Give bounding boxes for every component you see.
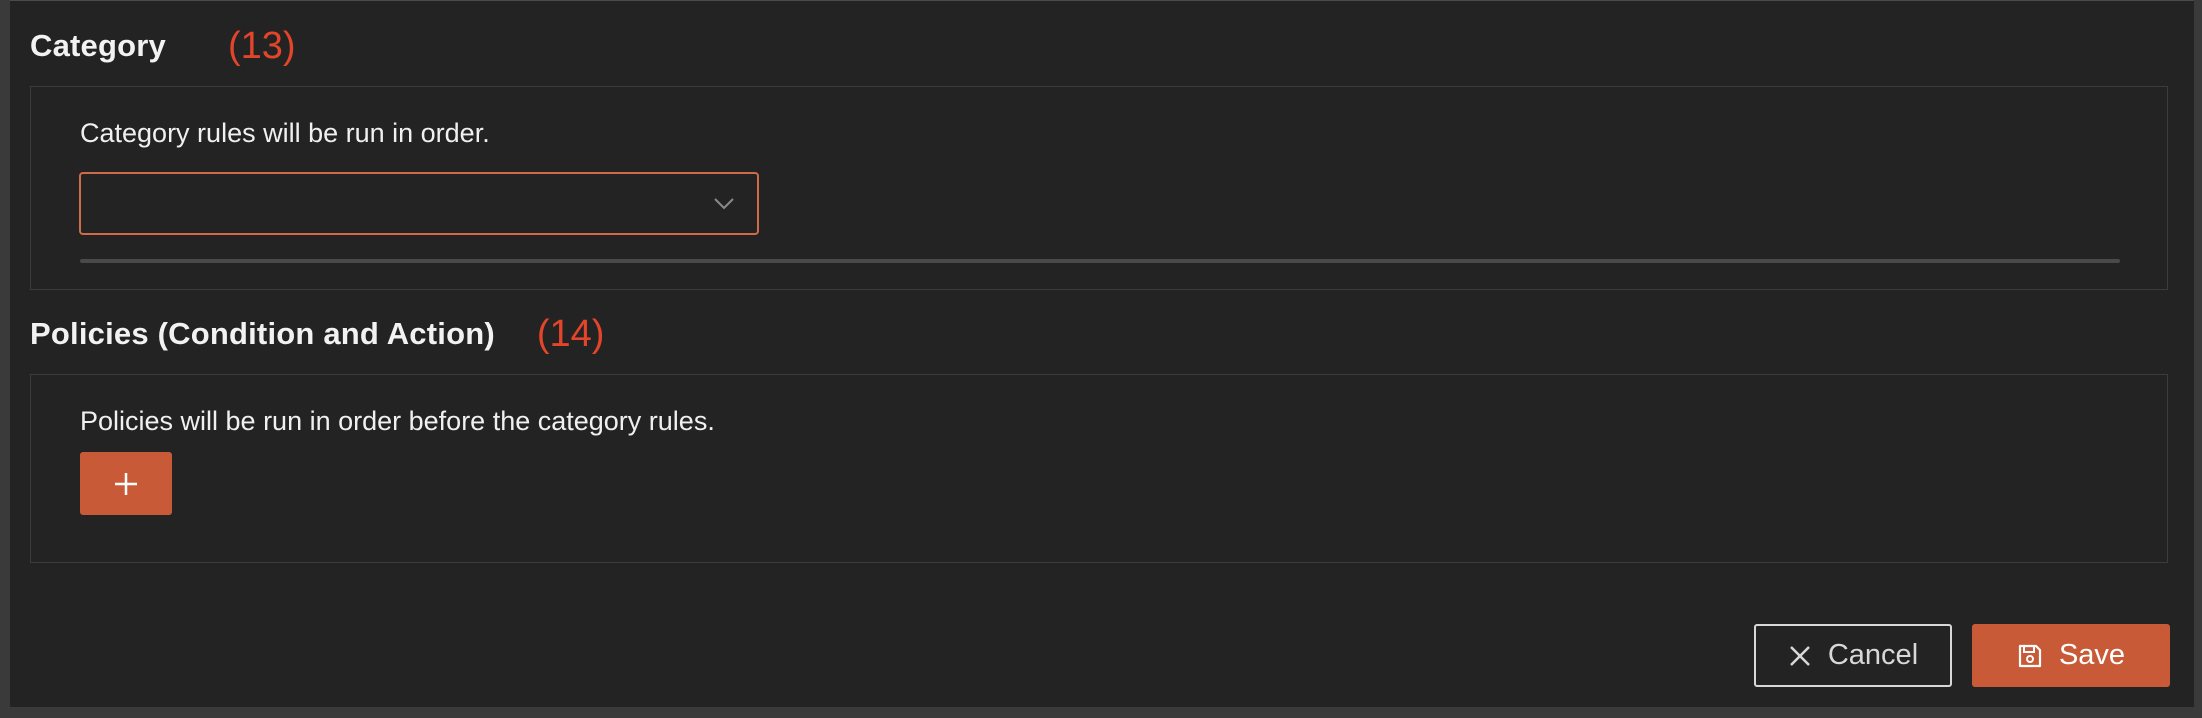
policies-box (30, 374, 2168, 563)
cancel-label: Cancel (1827, 639, 1919, 671)
form-panel: Category (13) Category rules will be run… (10, 0, 2194, 707)
save-button[interactable]: Save (1972, 624, 2170, 687)
plus-icon (115, 472, 137, 495)
floppy-disk-icon (2018, 644, 2042, 667)
policies-annotation: (14) (536, 312, 605, 355)
policies-header: Policies (Condition and Action) (14) (30, 312, 604, 356)
category-title: Category (30, 28, 166, 63)
policies-title: Policies (Condition and Action) (30, 316, 495, 351)
category-rule-select[interactable] (79, 172, 759, 235)
close-icon (1789, 645, 1810, 666)
save-label: Save (2058, 639, 2126, 671)
category-header: Category (13) (30, 24, 296, 68)
policies-help-text: Policies will be run in order before the… (80, 406, 715, 436)
chevron-down-icon (714, 198, 734, 210)
category-divider (80, 259, 2120, 263)
category-help-text: Category rules will be run in order. (80, 118, 490, 148)
category-annotation: (13) (227, 24, 296, 67)
add-policy-button[interactable] (80, 452, 172, 515)
cancel-button[interactable]: Cancel (1754, 624, 1952, 687)
